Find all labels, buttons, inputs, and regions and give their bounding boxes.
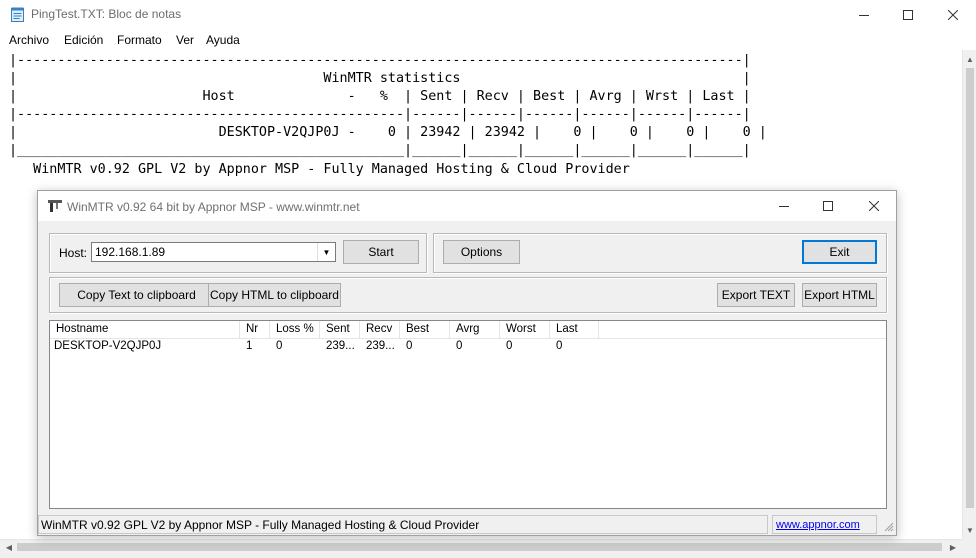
- winmtr-window: WinMTR v0.92 64 bit by Appnor MSP - www.…: [37, 190, 897, 536]
- minimize-icon: [779, 206, 789, 207]
- column-sent[interactable]: Sent: [320, 321, 360, 338]
- column-recv[interactable]: Recv: [360, 321, 400, 338]
- copy-html-button[interactable]: Copy HTML to clipboard: [208, 283, 341, 307]
- cell-sent: 239...: [326, 340, 355, 352]
- winmtr-app-icon: [48, 200, 62, 212]
- notepad-menubar: Archivo Edición Formato Ver Ayuda: [0, 30, 976, 51]
- cell-loss: 0: [276, 340, 283, 352]
- notepad-title: PingTest.TXT: Bloc de notas: [31, 7, 182, 21]
- winmtr-titlebar[interactable]: WinMTR v0.92 64 bit by Appnor MSP - www.…: [38, 191, 896, 221]
- winmtr-minimize-button[interactable]: [761, 191, 807, 221]
- column-worst[interactable]: Worst: [500, 321, 550, 338]
- maximize-icon: [823, 201, 833, 211]
- notepad-titlebar[interactable]: PingTest.TXT: Bloc de notas: [0, 0, 976, 30]
- status-text: WinMTR v0.92 GPL V2 by Appnor MSP - Full…: [41, 518, 480, 532]
- export-text-button[interactable]: Export TEXT: [717, 283, 795, 307]
- notepad-icon: [11, 7, 24, 22]
- horizontal-scrollbar[interactable]: ◀ ▶: [0, 539, 962, 554]
- winmtr-close-button[interactable]: [851, 191, 897, 221]
- resize-grip-icon[interactable]: [884, 522, 894, 532]
- cell-hostname: DESKTOP-V2QJP0J: [54, 340, 162, 352]
- column-last[interactable]: Last: [550, 321, 599, 338]
- winmtr-statusbar: WinMTR v0.92 GPL V2 by Appnor MSP - Full…: [38, 515, 896, 535]
- host-value: 192.168.1.89: [95, 245, 166, 259]
- host-combobox[interactable]: 192.168.1.89 ▼: [91, 242, 336, 262]
- maximize-icon: [903, 10, 913, 20]
- column-hostname[interactable]: Hostname: [50, 321, 240, 338]
- cell-worst: 0: [506, 340, 513, 352]
- column-avrg[interactable]: Avrg: [450, 321, 500, 338]
- listview-header: Hostname Nr Loss % Sent Recv Best Avrg W…: [50, 321, 886, 339]
- winmtr-maximize-button[interactable]: [805, 191, 851, 221]
- status-pane-text: WinMTR v0.92 GPL V2 by Appnor MSP - Full…: [38, 515, 768, 534]
- vertical-scroll-thumb[interactable]: [966, 68, 974, 508]
- start-button[interactable]: Start: [343, 240, 419, 264]
- maximize-button[interactable]: [885, 0, 931, 30]
- results-listview[interactable]: Hostname Nr Loss % Sent Recv Best Avrg W…: [49, 320, 887, 509]
- options-button[interactable]: Options: [443, 240, 520, 264]
- cell-recv: 239...: [366, 340, 395, 352]
- chevron-down-icon[interactable]: ▼: [317, 243, 335, 261]
- scroll-left-icon[interactable]: ◀: [2, 540, 16, 554]
- table-row[interactable]: DESKTOP-V2QJP0J 1 0 239... 239... 0 0 0 …: [50, 339, 886, 354]
- close-button[interactable]: [930, 0, 976, 30]
- notepad-content: |---------------------------------------…: [9, 53, 767, 177]
- exit-button[interactable]: Exit: [802, 240, 877, 264]
- copy-text-button[interactable]: Copy Text to clipboard: [59, 283, 214, 307]
- scroll-down-icon[interactable]: ▼: [963, 523, 976, 537]
- horizontal-scroll-thumb[interactable]: [17, 543, 942, 551]
- cell-last: 0: [556, 340, 563, 352]
- menu-archivo[interactable]: Archivo: [9, 33, 49, 47]
- menu-edicion[interactable]: Edición: [64, 33, 103, 47]
- column-loss[interactable]: Loss %: [270, 321, 320, 338]
- winmtr-title: WinMTR v0.92 64 bit by Appnor MSP - www.…: [67, 200, 360, 214]
- minimize-icon: [859, 15, 869, 16]
- vertical-scrollbar[interactable]: ▲ ▼: [962, 50, 976, 539]
- column-nr[interactable]: Nr: [240, 321, 270, 338]
- close-icon: [948, 10, 958, 20]
- export-html-button[interactable]: Export HTML: [802, 283, 877, 307]
- scroll-up-icon[interactable]: ▲: [963, 52, 976, 66]
- close-icon: [869, 201, 879, 211]
- menu-ayuda[interactable]: Ayuda: [206, 33, 240, 47]
- scroll-right-icon[interactable]: ▶: [946, 540, 960, 554]
- column-best[interactable]: Best: [400, 321, 450, 338]
- cell-avrg: 0: [456, 340, 463, 352]
- minimize-button[interactable]: [841, 0, 887, 30]
- cell-best: 0: [406, 340, 413, 352]
- notepad-statusbar-edge: [0, 553, 976, 558]
- host-label: Host:: [59, 246, 88, 260]
- menu-formato[interactable]: Formato: [117, 33, 162, 47]
- menu-ver[interactable]: Ver: [176, 33, 194, 47]
- cell-nr: 1: [246, 340, 253, 352]
- appnor-link[interactable]: www.appnor.com: [776, 519, 860, 531]
- scrollbar-corner: [962, 539, 976, 553]
